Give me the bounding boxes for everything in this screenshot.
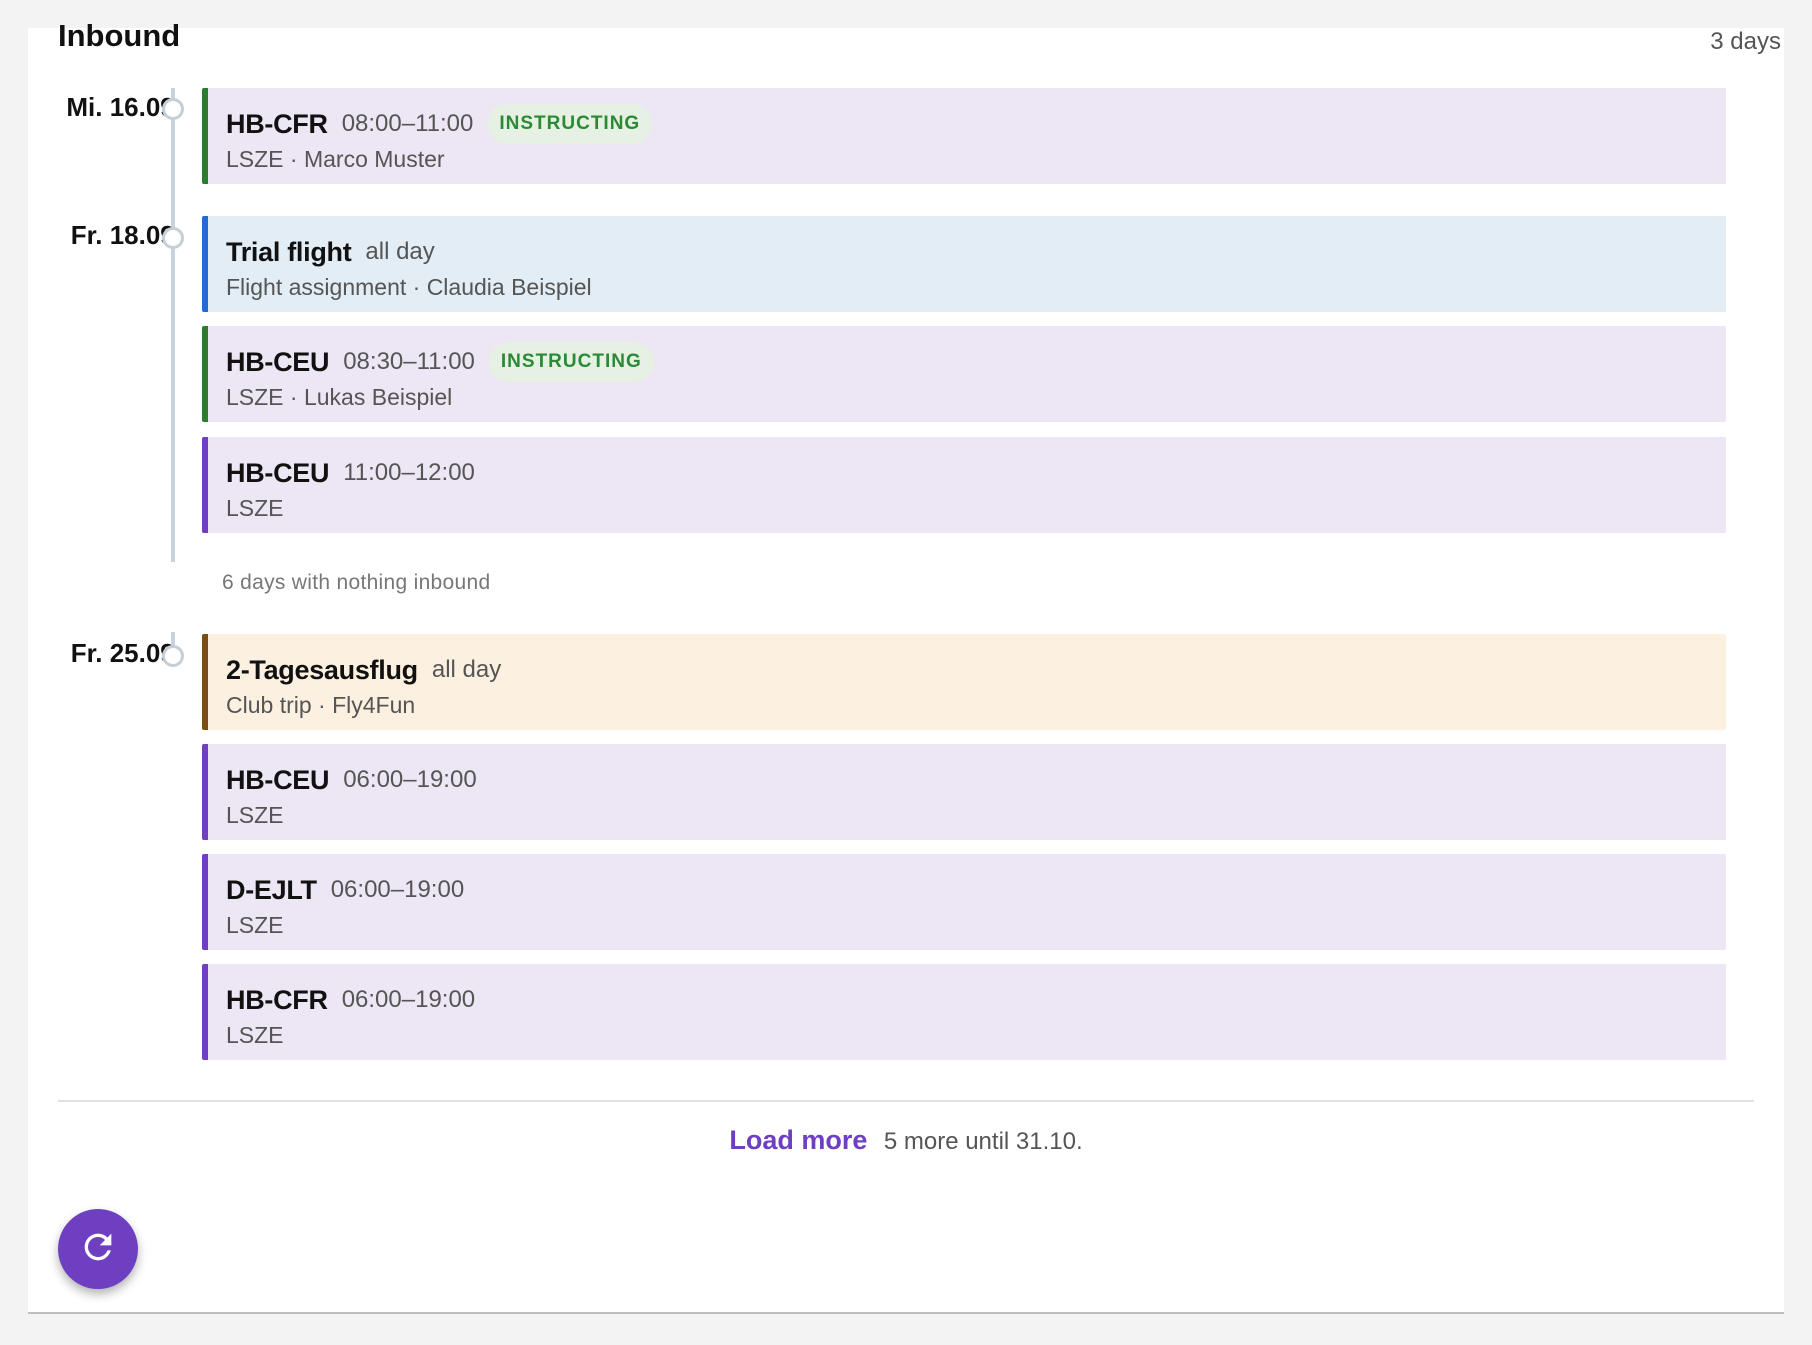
event-time: 06:00–19:00 (343, 766, 477, 793)
date-label: Fr. 25.09. (70, 638, 182, 668)
divider (58, 1100, 1754, 1102)
event-time: 08:30–11:00 (343, 348, 475, 375)
load-more-button[interactable]: Load more (729, 1125, 867, 1155)
event-time: 08:00–11:00 (341, 110, 474, 137)
event-title: HB-CFR (226, 984, 328, 1015)
event-subtitle: LSZE (226, 1022, 284, 1048)
load-more-row: Load more 5 more until 31.10. (0, 1125, 1812, 1156)
date-label: Mi. 16.09. (66, 92, 182, 122)
event-card[interactable]: HB-CEU 08:30–11:00 INSTRUCTING LSZE · Lu… (202, 326, 1726, 422)
event-subtitle: LSZE · Marco Muster (226, 146, 445, 172)
event-subtitle: LSZE (226, 802, 284, 828)
event-card[interactable]: D-EJLT 06:00–19:00 LSZE (202, 854, 1726, 950)
event-card[interactable]: HB-CFR 08:00–11:00 INSTRUCTING LSZE · Ma… (202, 88, 1726, 184)
event-card[interactable]: 2-Tagesausflug all day Club trip · Fly4F… (202, 634, 1726, 730)
event-subtitle: Club trip · Fly4Fun (226, 692, 416, 718)
timeline-line (171, 88, 175, 562)
event-title: D-EJLT (226, 874, 317, 905)
instructing-badge: INSTRUCTING (487, 104, 653, 144)
timeline-dot (162, 98, 184, 120)
event-time: all day (365, 238, 435, 265)
event-time: all day (431, 656, 502, 683)
event-title: HB-CEU (226, 346, 330, 377)
gap-note: 6 days with nothing inbound (222, 571, 491, 594)
event-time: 06:00–19:00 (330, 876, 465, 903)
load-more-info: 5 more until 31.10. (883, 1128, 1083, 1155)
event-title: HB-CEU (226, 457, 330, 488)
event-time: 11:00–12:00 (343, 459, 475, 486)
refresh-icon (78, 1227, 118, 1272)
event-card[interactable]: Trial flight all day Flight assignment ·… (202, 216, 1726, 312)
event-subtitle: LSZE (226, 912, 284, 938)
timeline-dot (162, 645, 184, 667)
event-card[interactable]: HB-CEU 06:00–19:00 LSZE (202, 744, 1726, 840)
event-time: 06:00–19:00 (341, 986, 476, 1013)
event-title: 2-Tagesausflug (226, 654, 418, 685)
event-card[interactable]: HB-CEU 11:00–12:00 LSZE (202, 437, 1726, 533)
event-subtitle: Flight assignment · Claudia Beispiel (226, 274, 592, 300)
event-subtitle: LSZE (226, 495, 284, 521)
instructing-badge: INSTRUCTING (488, 342, 654, 382)
event-title: HB-CFR (226, 108, 328, 139)
event-subtitle: LSZE · Lukas Beispiel (226, 384, 453, 410)
day-count: 3 days (1710, 28, 1781, 55)
event-title: Trial flight (226, 236, 352, 267)
timeline-dot (162, 227, 184, 249)
section-title: Inbound (58, 18, 181, 53)
event-title: HB-CEU (226, 764, 330, 795)
event-card[interactable]: HB-CFR 06:00–19:00 LSZE (202, 964, 1726, 1060)
date-label: Fr. 18.09. (70, 220, 182, 250)
refresh-button[interactable] (58, 1209, 138, 1289)
